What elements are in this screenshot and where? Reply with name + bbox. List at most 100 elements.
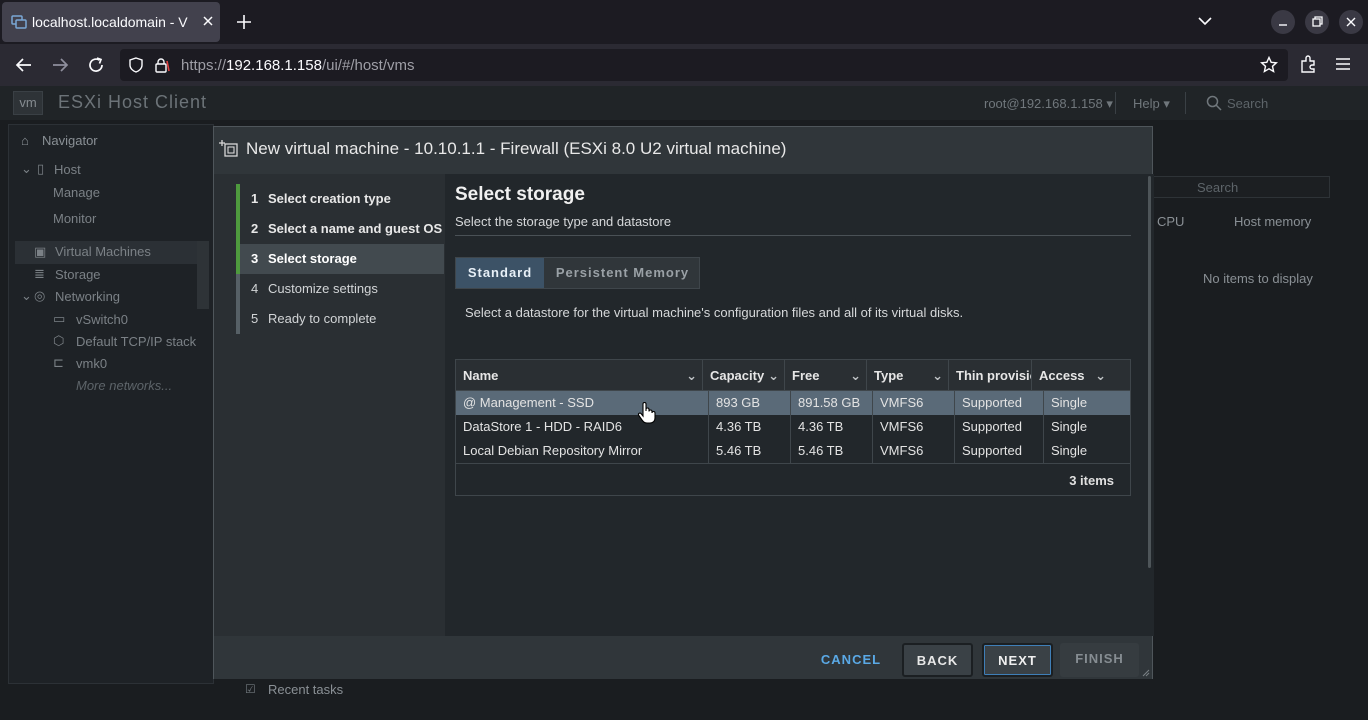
header-search-input[interactable]: Search	[1227, 96, 1268, 111]
forward-arrow-icon[interactable]	[51, 56, 69, 74]
column-header-thin-provisioning[interactable]: Thin provisioning	[949, 360, 1032, 391]
new-vm-icon	[219, 139, 239, 159]
column-header-free[interactable]: Free ⌄	[785, 360, 867, 391]
tab-persistent-memory[interactable]: Persistent Memory	[545, 258, 700, 288]
column-header-name[interactable]: Name ⌄	[456, 360, 703, 391]
content-scrollbar[interactable]	[1148, 176, 1151, 568]
minimize-icon[interactable]	[1271, 10, 1295, 34]
back-button[interactable]: BACK	[902, 643, 973, 677]
new-tab-icon[interactable]	[237, 15, 251, 29]
reload-icon[interactable]	[87, 56, 105, 74]
table-row[interactable]: Local Debian Repository Mirror 5.46 TB 5…	[456, 439, 1130, 463]
nav-badges	[197, 241, 209, 309]
column-label: Type	[874, 368, 904, 383]
bg-col-cpu: CPU	[1157, 214, 1185, 229]
wizard-step-2[interactable]: 2 Select a name and guest OS	[236, 214, 444, 244]
menu-icon[interactable]	[1335, 57, 1351, 71]
cell-thin-provisioning: Supported	[955, 415, 1044, 439]
cell-type: VMFS6	[873, 391, 955, 415]
nav-manage[interactable]: Manage	[53, 185, 100, 200]
user-label: root@192.168.1.158	[984, 96, 1103, 111]
wizard-steps: 1 Select creation type 2 Select a name and…	[214, 174, 445, 636]
cell-thin-provisioning: Supported	[955, 439, 1044, 463]
nav-storage[interactable]: Storage	[55, 267, 101, 282]
nav-monitor[interactable]: Monitor	[53, 211, 96, 226]
cell-free: 5.46 TB	[791, 439, 873, 463]
page-title: Select storage	[455, 184, 585, 205]
extensions-icon[interactable]	[1299, 55, 1317, 73]
cell-name: @ Management - SSD	[456, 391, 709, 415]
column-header-type[interactable]: Type ⌄	[867, 360, 949, 391]
wizard-step-1[interactable]: 1 Select creation type	[236, 184, 444, 214]
vm-icon: ▣	[34, 244, 47, 259]
browser-tab[interactable]: localhost.localdomain - V	[2, 2, 220, 42]
navigator-panel: ⌂ Navigator ⌄ ▯ Host Manage Monitor ▣ Vi…	[8, 124, 214, 684]
recent-tasks-check-icon: ☑	[245, 682, 256, 696]
sort-chevron-icon[interactable]: ⌄	[686, 360, 697, 391]
cancel-button[interactable]: CANCEL	[811, 644, 891, 678]
step-number: 1	[251, 191, 259, 206]
column-label: Name	[463, 368, 499, 383]
home-icon: ⌂	[21, 133, 29, 148]
help-menu[interactable]: Help ▾	[1133, 96, 1170, 112]
step-number: 2	[251, 221, 259, 236]
browser-tab-bar: localhost.localdomain - V	[0, 0, 1368, 44]
nav-host[interactable]: Host	[54, 162, 81, 177]
cell-capacity: 5.46 TB	[709, 439, 791, 463]
step-number: 3	[251, 251, 259, 266]
table-row[interactable]: DataStore 1 - HDD - RAID6 4.36 TB 4.36 T…	[456, 415, 1130, 439]
networking-chevron-icon[interactable]: ⌄	[21, 288, 32, 304]
resize-grip-icon[interactable]	[1140, 667, 1150, 677]
table-row-selected[interactable]: @ Management - SSD 893 GB 891.58 GB VMFS…	[456, 391, 1130, 415]
wizard-footer: CANCEL BACK NEXT FINISH	[214, 636, 1152, 679]
cell-thin-provisioning: Supported	[955, 391, 1044, 415]
tab-close-icon[interactable]	[202, 15, 214, 27]
host-chevron-icon[interactable]: ⌄	[21, 161, 32, 177]
nav-tcpip[interactable]: Default TCP/IP stack	[76, 334, 196, 349]
cell-access: Single	[1051, 419, 1088, 434]
back-arrow-icon[interactable]	[15, 56, 33, 74]
column-header-capacity[interactable]: Capacity ⌄	[703, 360, 785, 391]
user-menu[interactable]: root@192.168.1.158 ▾	[984, 96, 1113, 112]
wizard-step-4[interactable]: 4 Customize settings	[236, 274, 444, 304]
cell-capacity: 893 GB	[709, 391, 791, 415]
sort-chevron-icon[interactable]: ⌄	[932, 360, 943, 391]
sort-chevron-icon[interactable]: ⌄	[768, 360, 779, 391]
sort-chevron-icon[interactable]: ⌄	[850, 360, 861, 391]
sort-chevron-icon[interactable]: ⌄	[1095, 360, 1106, 391]
tab-standard[interactable]: Standard	[456, 258, 544, 288]
dialog-title: New virtual machine - 10.10.1.1 - Firewa…	[246, 139, 787, 158]
tab-title: localhost.localdomain - V	[32, 14, 188, 30]
header-divider	[1115, 92, 1116, 114]
lock-warning-icon[interactable]	[154, 57, 170, 73]
vswitch-icon: ▭	[53, 311, 66, 326]
nav-more-networks[interactable]: More networks...	[76, 378, 172, 393]
column-header-access[interactable]: Access ⌄	[1032, 360, 1130, 391]
url-bar[interactable]: https://192.168.1.158/ui/#/host/vms	[120, 49, 1288, 81]
list-tabs-chevron-icon[interactable]	[1198, 16, 1212, 26]
bookmark-star-icon[interactable]	[1260, 56, 1278, 74]
finish-button[interactable]: FINISH	[1060, 643, 1139, 677]
next-button[interactable]: NEXT	[982, 643, 1053, 677]
storage-icon: ≣	[34, 266, 45, 281]
column-label: Thin provisioning	[956, 368, 1031, 383]
cell-free: 891.58 GB	[791, 391, 873, 415]
column-label: Capacity	[710, 368, 765, 383]
recent-tasks-label[interactable]: Recent tasks	[268, 682, 343, 697]
nav-vmk0[interactable]: vmk0	[76, 356, 107, 371]
step-label: Select a name and guest OS	[268, 221, 443, 236]
table-header: Name ⌄ Capacity ⌄ Free ⌄ Type ⌄ Thin provisi…	[456, 360, 1130, 391]
nav-vswitch0[interactable]: vSwitch0	[76, 312, 128, 327]
wizard-step-3[interactable]: 3 Select storage	[236, 244, 444, 274]
page-subtitle: Select the storage type and datastore	[455, 214, 672, 229]
cell-name: DataStore 1 - HDD - RAID6	[456, 415, 709, 439]
datastore-table: Name ⌄ Capacity ⌄ Free ⌄ Type ⌄ Thin provisi…	[455, 359, 1131, 496]
header-divider	[1185, 92, 1186, 114]
restore-icon[interactable]	[1305, 10, 1329, 34]
nav-virtual-machines[interactable]: Virtual Machines	[55, 244, 151, 259]
bg-search-input[interactable]	[1153, 176, 1330, 198]
shield-icon[interactable]	[128, 57, 144, 73]
nav-networking[interactable]: Networking	[55, 289, 120, 304]
wizard-step-5[interactable]: 5 Ready to complete	[236, 304, 444, 334]
window-close-icon[interactable]	[1339, 10, 1363, 34]
